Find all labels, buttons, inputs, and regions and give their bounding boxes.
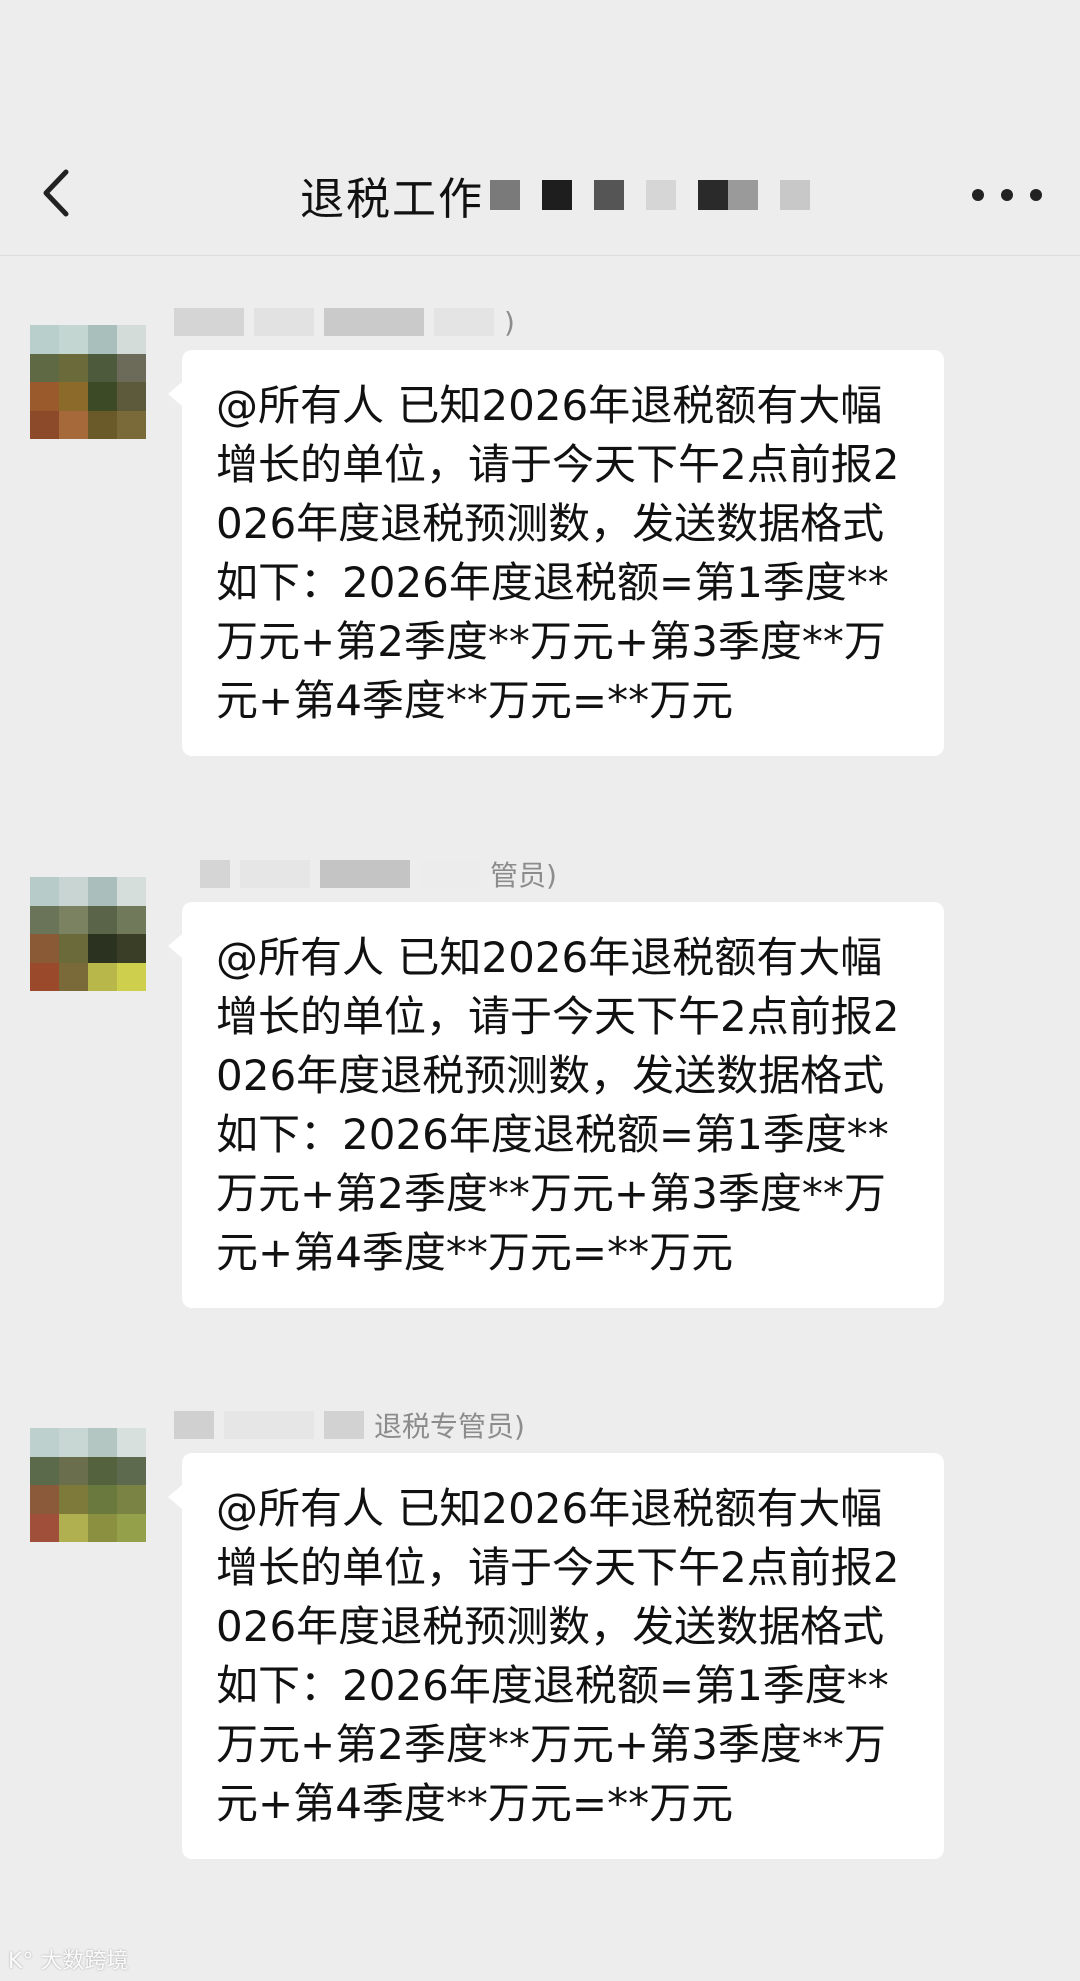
back-button[interactable] [30,158,90,228]
sender-suffix: 管员) [490,859,557,892]
watermark-text: 大数跨境 [40,1949,129,1974]
message-bubble[interactable]: @所有人 已知2026年退税额有大幅增长的单位，请于今天下午2点前报2026年度… [168,902,944,1308]
sender-redaction [320,860,410,888]
header-divider [0,255,1080,256]
avatar[interactable] [30,1428,146,1542]
more-options-button[interactable] [972,170,1042,220]
more-dot [1030,189,1042,201]
chat-header: 退税工作 [0,0,1080,255]
sender-redaction [174,308,244,336]
sender-redaction [174,1411,214,1439]
title-redaction [594,180,624,210]
sender-name: 退税专管员) [174,1403,525,1447]
title-redaction [698,180,728,210]
sender-redaction [224,1411,314,1439]
sender-redaction [200,860,230,888]
sender-name: ) [174,300,515,344]
watermark: K° 大数跨境 [8,1943,128,1975]
sender-redaction [240,860,310,888]
watermark-logo-icon: K° [8,1949,34,1974]
sender-redaction [324,1411,364,1439]
title-redaction [728,180,758,210]
more-dot [972,189,984,201]
title-redaction [780,180,810,210]
sender-redaction [420,860,480,888]
message-bubble[interactable]: @所有人 已知2026年退税额有大幅增长的单位，请于今天下午2点前报2026年度… [168,350,944,756]
sender-redaction [254,308,314,336]
title-redaction [490,180,520,210]
chat-title-text: 退税工作 [300,174,484,225]
sender-redaction [324,308,424,336]
sender-name: 管员) [200,852,557,896]
avatar[interactable] [30,877,146,991]
title-redaction [542,180,572,210]
more-dot [1001,189,1013,201]
message-bubble[interactable]: @所有人 已知2026年退税额有大幅增长的单位，请于今天下午2点前报2026年度… [168,1453,944,1859]
chat-title: 退税工作 [300,160,810,230]
title-redaction [646,180,676,210]
sender-suffix: 退税专管员) [374,1410,525,1443]
sender-suffix: ) [504,305,515,339]
chevron-left-icon [43,169,69,217]
avatar[interactable] [30,325,146,439]
sender-redaction [434,308,494,336]
